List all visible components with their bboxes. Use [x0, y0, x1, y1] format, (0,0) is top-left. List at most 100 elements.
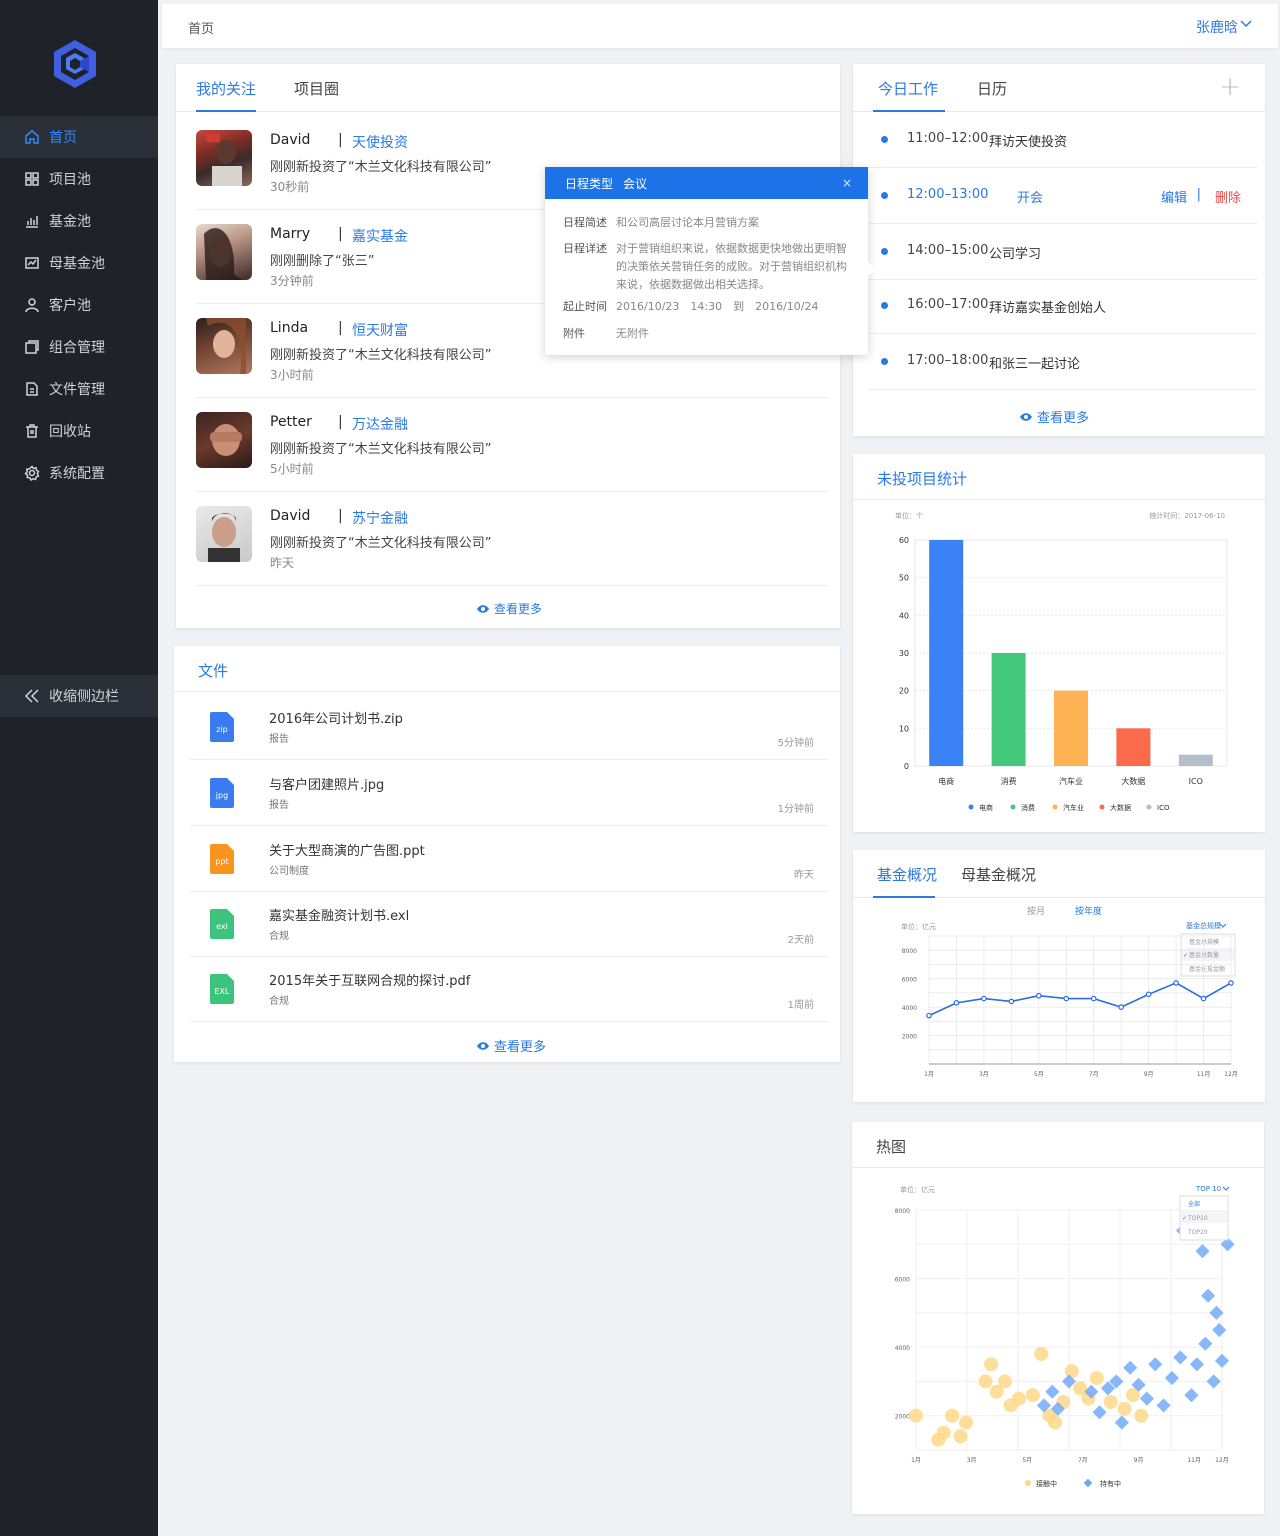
schedule-dot	[881, 358, 888, 365]
tab-fof-overview[interactable]: 母基金概况	[961, 864, 1036, 885]
stats-title: 未投项目统计	[877, 470, 968, 488]
scatter-point-holding	[1189, 1357, 1205, 1372]
feed-time: 3分钟前	[270, 274, 314, 288]
top-dropdown[interactable]: TOP 10	[1195, 1185, 1221, 1193]
x-tick-label: 12月	[1215, 1457, 1229, 1464]
feed-org-link[interactable]: 嘉实基金	[352, 226, 408, 246]
schedule-item[interactable]: 12:00–13:00 开会 编辑 | 删除	[869, 168, 1257, 224]
ppt-file-icon: ppt	[210, 844, 234, 874]
metric-dropdown[interactable]: 基金总规模	[1186, 921, 1221, 930]
schedule-item[interactable]: 11:00–12:00 拜访天使投资	[869, 112, 1257, 168]
legend-label: 持有中	[1100, 1479, 1121, 1488]
popup-summary: 日程简述 和公司高层讨论本月营销方案	[563, 216, 759, 229]
sidebar-item-home[interactable]: 首页	[0, 116, 158, 158]
eye-icon	[1020, 412, 1032, 421]
sidebar-item-portfolio[interactable]: 组合管理	[0, 326, 158, 368]
y-tick-label: 50	[899, 574, 909, 583]
breadcrumb[interactable]: 首页	[188, 18, 214, 37]
add-schedule-button[interactable]: +	[1219, 72, 1241, 102]
scatter-point-holding	[1201, 1288, 1216, 1303]
bar-汽车业	[1054, 690, 1088, 766]
tab-fund-overview[interactable]: 基金概况	[877, 864, 937, 885]
switch-by-month[interactable]: 按月	[1027, 905, 1045, 917]
file-name[interactable]: 嘉实基金融资计划书.exl	[269, 905, 409, 924]
file-tag: 报告	[269, 734, 289, 745]
legend-label: 接触中	[1036, 1479, 1057, 1488]
feed-org-link[interactable]: 恒天财富	[352, 320, 408, 340]
file-name[interactable]: 关于大型商演的广告图.ppt	[269, 840, 425, 859]
feed-org-link[interactable]: 万达金融	[352, 414, 408, 434]
dropdown-option: TOP20	[1187, 1229, 1208, 1236]
schedule-item[interactable]: 16:00–17:00 拜访嘉实基金创始人	[869, 278, 1257, 334]
tab-my-follow[interactable]: 我的关注	[196, 78, 256, 99]
feed-action: 刚刚删除了“张三”	[270, 254, 375, 269]
scatter-point-holding	[1195, 1244, 1210, 1259]
separator: |	[338, 508, 343, 524]
scatter-point-contacting	[998, 1374, 1013, 1389]
collapse-sidebar-button[interactable]: 收缩侧边栏	[0, 675, 158, 717]
grid-icon	[23, 170, 41, 188]
legend-label: 电商	[979, 803, 993, 812]
bar-电商	[929, 540, 964, 766]
data-point	[953, 1000, 960, 1006]
schedule-view-more-link[interactable]: 查看更多	[1019, 407, 1089, 426]
follow-view-more-link[interactable]: 查看更多	[476, 600, 542, 617]
y-tick-label: 6000	[895, 1277, 910, 1284]
file-row[interactable]: ppt 关于大型商演的广告图.ppt 公司制度 昨天	[190, 826, 828, 892]
sidebar-item-customers[interactable]: 客户池	[0, 284, 158, 326]
sidebar-item-settings[interactable]: 系统配置	[0, 452, 158, 494]
tab-today-work[interactable]: 今日工作	[878, 78, 938, 99]
data-point	[1063, 995, 1070, 1002]
scatter-point-holding	[1092, 1405, 1107, 1420]
x-tick-label: 9月	[1144, 1071, 1154, 1078]
x-tick-label: 11月	[1187, 1457, 1201, 1464]
scatter-point-contacting	[1011, 1391, 1026, 1406]
y-tick-label: 8000	[895, 1208, 910, 1215]
scatter-chart: 单位：亿元 TOP 10 2000 4000 6000 8000 1月 3月 5月 7月 9月 1…	[895, 1185, 1235, 1488]
files-view-more-link[interactable]: 查看更多	[476, 1036, 546, 1055]
file-tag: 合规	[269, 931, 289, 942]
x-tick-label: 9月	[1134, 1457, 1144, 1464]
scatter-point-holding	[1114, 1415, 1129, 1430]
file-name[interactable]: 与客户团建照片.jpg	[269, 774, 384, 793]
tab-project-circle[interactable]: 项目圈	[294, 78, 339, 99]
file-row[interactable]: zip 2016年公司计划书.zip 报告 5分钟前	[190, 694, 828, 760]
scatter-point-holding	[1198, 1336, 1213, 1351]
list-item[interactable]: Petter | 万达金融 刚刚新投资了“木兰文化科技有限公司” 5小时前	[196, 398, 828, 492]
file-row[interactable]: jpg 与客户团建照片.jpg 报告 1分钟前	[190, 760, 828, 826]
sidebar-item-files[interactable]: 文件管理	[0, 368, 158, 410]
scatter-point-contacting	[978, 1374, 993, 1389]
sidebar-item-trash[interactable]: 回收站	[0, 410, 158, 452]
stats-header: 未投项目统计	[853, 454, 1265, 500]
tab-calendar[interactable]: 日历	[977, 78, 1007, 99]
sidebar-item-fof[interactable]: 母基金池	[0, 242, 158, 284]
sidebar-item-projects[interactable]: 项目池	[0, 158, 158, 200]
scatter-point-holding	[1173, 1350, 1188, 1365]
line-chart: 按月 按年度 单位：亿元 基金总规模 基金总规模 ✓ 基金总数量 基金在投金额 …	[901, 905, 1238, 1078]
sidebar-item-funds[interactable]: 基金池	[0, 200, 158, 242]
schedule-item[interactable]: 14:00–15:00 公司学习	[869, 224, 1257, 280]
file-row[interactable]: EXL 2015年关于互联网合规的探讨.pdf 合规 1周前	[190, 956, 828, 1022]
feed-org-link[interactable]: 天使投资	[352, 132, 408, 152]
feed-org-link[interactable]: 苏宁金融	[352, 508, 408, 528]
y-tick-label: 4000	[902, 1005, 917, 1012]
schedule-item[interactable]: 17:00–18:00 和张三一起讨论	[869, 334, 1257, 390]
y-tick-label: 8000	[902, 948, 917, 955]
follow-tabs: 我的关注 项目圈	[176, 64, 840, 112]
chevron-down-icon[interactable]	[1240, 19, 1252, 29]
sidebar: 首页 项目池 基金池 母基金池 客户池 组合管理 文件管理 回收站 系统配置 收…	[0, 0, 158, 1536]
popup-detail-text: 对于营销组织来说，依据数据更快地做出更明智 的决策依关营销任务的成败。对于营销组…	[616, 242, 847, 291]
scatter-point-holding	[1212, 1322, 1227, 1338]
y-tick-label: 2000	[902, 1034, 917, 1041]
schedule-title: 拜访天使投资	[989, 135, 1068, 150]
list-item[interactable]: David | 苏宁金融 刚刚新投资了“木兰文化科技有限公司” 昨天	[196, 492, 828, 586]
delete-schedule-button[interactable]: 删除	[1215, 187, 1241, 206]
file-name[interactable]: 2016年公司计划书.zip	[269, 708, 403, 727]
close-icon[interactable]: ×	[842, 176, 852, 190]
switch-by-year[interactable]: 按年度	[1075, 905, 1102, 917]
file-name[interactable]: 2015年关于互联网合规的探讨.pdf	[269, 970, 470, 989]
file-row[interactable]: exl 嘉实基金融资计划书.exl 合规 2天前	[190, 891, 828, 957]
edit-schedule-button[interactable]: 编辑	[1161, 187, 1187, 206]
user-menu[interactable]: 张鹿晗	[1196, 17, 1238, 37]
legend-label: 消费	[1021, 803, 1035, 812]
